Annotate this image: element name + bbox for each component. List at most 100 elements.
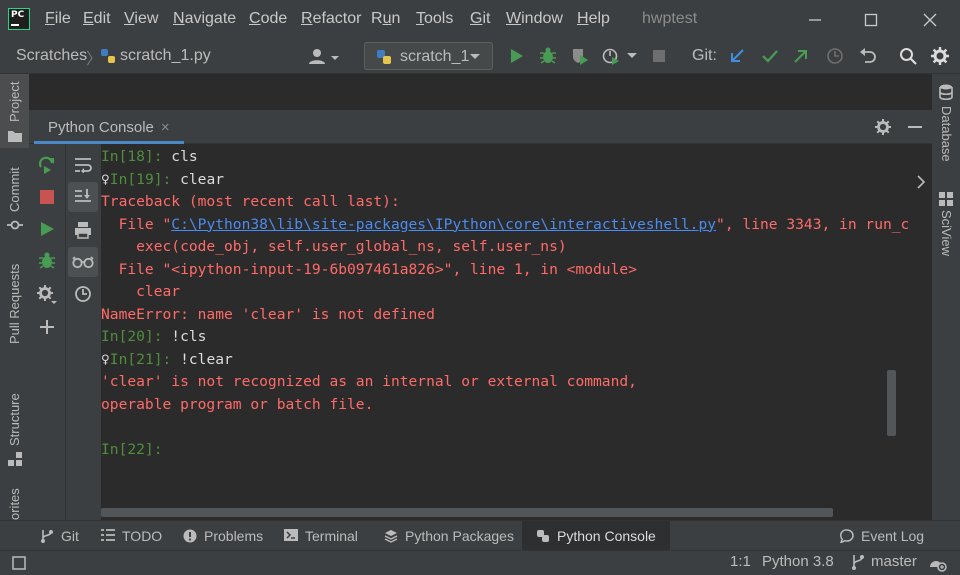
pull-requests-tab-button[interactable]: Pull Requests xyxy=(0,259,29,359)
vertical-scrollbar[interactable] xyxy=(887,370,896,436)
bottom-tab-terminal-label: Terminal xyxy=(305,528,358,544)
menu-code[interactable]: Code xyxy=(249,10,287,28)
bottom-tab-python-packages[interactable]: Python Packages xyxy=(384,521,514,551)
coverage-button[interactable] xyxy=(567,43,593,69)
sciview-tab-button[interactable]: SciView xyxy=(932,190,960,260)
console-settings-button[interactable] xyxy=(34,282,60,308)
stop-icon xyxy=(653,50,665,62)
console-line: In[22]: xyxy=(101,439,163,461)
run-button[interactable] xyxy=(503,43,529,69)
interpreter-selector[interactable]: Python 3.8 xyxy=(762,553,834,570)
event-log-button[interactable]: Event Log xyxy=(839,521,925,551)
structure-icon xyxy=(8,452,22,466)
menu-tools[interactable]: Tools xyxy=(416,10,453,28)
printer-icon xyxy=(75,222,91,239)
python-icon xyxy=(377,50,391,64)
stop-icon xyxy=(40,190,54,204)
tab-close-icon[interactable]: × xyxy=(161,119,170,136)
debug-button[interactable] xyxy=(535,43,561,69)
minimize-button[interactable] xyxy=(803,8,827,32)
menu-git[interactable]: Git xyxy=(470,10,490,28)
menu-window[interactable]: Window xyxy=(506,10,563,28)
run-config-selector[interactable]: scratch_1 xyxy=(364,42,493,70)
menu-edit[interactable]: Edit xyxy=(83,10,111,28)
play-icon xyxy=(41,222,54,236)
maximize-button[interactable] xyxy=(859,8,883,32)
execute-current-statement-button[interactable] xyxy=(34,216,60,242)
menu-view[interactable]: View xyxy=(124,10,158,28)
menu-file[interactable]: File xyxy=(45,10,71,28)
console-prompt: In[18]: xyxy=(101,148,163,165)
profile-button[interactable] xyxy=(598,43,624,69)
inspector-button[interactable] xyxy=(924,550,950,575)
print-button[interactable] xyxy=(70,217,96,243)
git-update-button[interactable] xyxy=(724,43,750,69)
rerun-icon xyxy=(38,156,54,174)
tab-python-console[interactable]: Python Console × xyxy=(34,114,184,144)
stop-console-button[interactable] xyxy=(34,184,60,210)
console-history-button[interactable] xyxy=(70,281,96,307)
close-window-button[interactable] xyxy=(918,8,942,32)
search-everywhere-button[interactable] xyxy=(895,43,921,69)
breadcrumb-file[interactable]: scratch_1.py xyxy=(120,47,211,65)
event-log-label: Event Log xyxy=(861,528,925,544)
console-line: File "C:\Python38\lib\site-packages\IPyt… xyxy=(101,214,909,236)
bottom-tab-terminal[interactable]: Terminal xyxy=(284,521,358,551)
horizontal-scrollbar[interactable] xyxy=(101,508,833,517)
favorites-tab-button[interactable]: orites xyxy=(0,484,29,520)
new-console-button[interactable] xyxy=(34,314,60,340)
settings-button[interactable] xyxy=(927,43,953,69)
gear-icon xyxy=(931,47,949,65)
database-tab-button[interactable]: Database xyxy=(932,82,960,172)
scroll-to-end-button[interactable] xyxy=(68,182,98,212)
tool-window-settings-button[interactable] xyxy=(870,114,896,140)
console-error-text: Traceback (most recent call last): xyxy=(101,193,400,210)
more-run-actions-button[interactable] xyxy=(623,43,641,69)
show-variables-button[interactable] xyxy=(68,247,98,277)
console-line: NameError: name 'clear' is not defined xyxy=(101,304,435,326)
commit-tab-button[interactable]: Commit xyxy=(0,164,29,234)
minimize-icon xyxy=(809,19,821,21)
bottom-tab-git[interactable]: Git xyxy=(40,521,79,551)
bottom-tool-tabs: Git TODO Problems Terminal Python Packag… xyxy=(0,520,960,551)
info-icon xyxy=(183,529,197,543)
stop-button[interactable] xyxy=(646,43,672,69)
bottom-tab-python-console[interactable]: Python Console xyxy=(522,521,670,551)
soft-wrap-button[interactable] xyxy=(70,152,96,178)
git-label: Git: xyxy=(692,47,717,64)
shield-run-icon xyxy=(573,49,588,65)
git-push-button[interactable] xyxy=(788,43,814,69)
breadcrumb-scratches[interactable]: Scratches xyxy=(16,47,87,65)
expand-variables-button[interactable] xyxy=(909,169,932,195)
menu-refactor[interactable]: Refactor xyxy=(301,10,361,28)
console-view-toolbar xyxy=(65,144,101,520)
commit-tab-label: Commit xyxy=(7,167,22,212)
arrow-down-left-icon xyxy=(731,49,744,62)
rerun-console-button[interactable] xyxy=(34,152,60,178)
bottom-tab-todo[interactable]: TODO xyxy=(101,521,162,551)
git-branch-label: master xyxy=(871,553,917,570)
hide-tool-window-button[interactable] xyxy=(902,114,928,140)
console-line: In[20]: !cls xyxy=(101,326,206,348)
git-branch-widget[interactable]: master xyxy=(851,553,917,570)
menu-navigate[interactable]: Navigate xyxy=(173,10,236,28)
caret-position[interactable]: 1:1 xyxy=(730,553,751,570)
clock-icon xyxy=(75,286,91,302)
console-file-link[interactable]: C:\Python38\lib\site-packages\IPython\co… xyxy=(171,216,716,233)
git-commit-button[interactable] xyxy=(757,43,783,69)
toggle-tool-windows-button[interactable] xyxy=(6,550,32,575)
structure-tab-button[interactable]: Structure xyxy=(0,384,29,469)
account-dropdown[interactable] xyxy=(308,46,344,68)
bottom-tab-problems[interactable]: Problems xyxy=(183,521,263,551)
git-history-button[interactable] xyxy=(822,43,848,69)
menu-run[interactable]: Run xyxy=(371,10,400,28)
python-file-icon xyxy=(100,48,116,64)
pycharm-logo-icon: PC xyxy=(8,8,30,30)
menu-help[interactable]: Help xyxy=(577,10,610,28)
attach-debugger-button[interactable] xyxy=(34,248,60,274)
console-output[interactable]: In[18]: cls ♀In[19]: clear Traceback (most… xyxy=(101,144,909,520)
project-tab-button[interactable]: Project xyxy=(0,74,29,148)
console-error-text: 'clear' is not recognized as an internal… xyxy=(101,373,637,390)
pull-requests-tab-label: Pull Requests xyxy=(7,263,22,344)
git-rollback-button[interactable] xyxy=(855,43,881,69)
